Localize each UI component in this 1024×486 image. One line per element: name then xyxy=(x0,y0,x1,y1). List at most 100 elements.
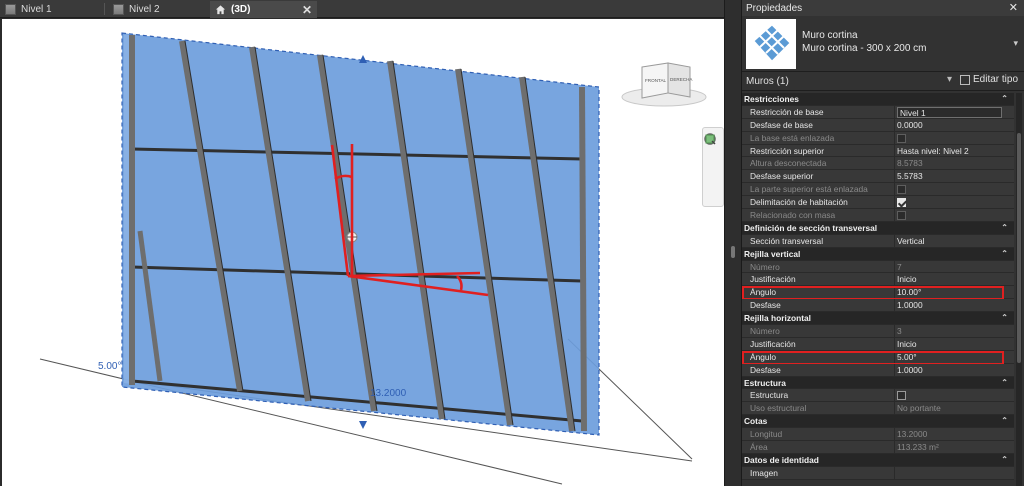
collapse-icon[interactable]: ⌃ xyxy=(1001,415,1008,428)
property-row[interactable]: Justificación Inicio xyxy=(742,273,1014,287)
property-label: Relacionado con masa xyxy=(750,210,836,221)
section-title: Datos de identidad xyxy=(744,454,819,465)
property-value[interactable]: 0.0000 xyxy=(897,119,1002,132)
property-checkbox[interactable] xyxy=(897,391,906,401)
property-value[interactable]: Inicio xyxy=(897,273,1002,286)
section-title: Rejilla vertical xyxy=(744,248,801,259)
angle-dimension[interactable]: 5.00° xyxy=(98,361,121,372)
property-label: Número xyxy=(750,326,780,337)
property-row[interactable]: Estructura xyxy=(742,389,1014,403)
property-row[interactable]: Longitud 13.2000 xyxy=(742,428,1014,442)
property-value: No portante xyxy=(897,403,941,414)
property-checkbox xyxy=(897,211,906,221)
type-selector[interactable]: Muro cortina Muro cortina - 300 x 200 cm… xyxy=(742,16,1024,72)
property-row[interactable]: Desfase de base 0.0000 xyxy=(742,118,1014,132)
property-row[interactable]: Restricción de base Nivel 1 xyxy=(742,105,1014,119)
edit-type-icon xyxy=(960,74,970,85)
collapse-icon[interactable]: ⌃ xyxy=(1001,93,1008,106)
column-divider xyxy=(894,118,895,131)
curtain-wall-model[interactable]: 5.00° 13.2000 FRONTAL DERECHA xyxy=(2,19,724,486)
property-label: Longitud xyxy=(750,429,783,440)
property-row[interactable]: Ángulo 10.00° xyxy=(742,286,1014,301)
collapse-icon[interactable]: ⌃ xyxy=(1001,377,1008,390)
property-label: Justificación xyxy=(750,274,796,285)
property-row[interactable]: Altura desconectada 8.5783 xyxy=(742,157,1014,171)
chevron-down-icon[interactable]: ▾ xyxy=(1013,38,1018,49)
column-divider xyxy=(894,209,895,221)
property-row[interactable]: Imagen xyxy=(742,466,1014,480)
property-label: Restricción de base xyxy=(750,106,824,117)
column-divider xyxy=(894,325,895,337)
property-row[interactable]: Justificación Inicio xyxy=(742,337,1014,351)
column-divider xyxy=(894,466,895,479)
viewcube-front-label: FRONTAL xyxy=(645,78,667,83)
properties-scrollbar[interactable] xyxy=(1016,93,1022,486)
type-preview-thumbnail xyxy=(746,19,796,69)
zoom-icon[interactable] xyxy=(703,132,717,146)
section-header[interactable]: Rejilla vertical ⌃ xyxy=(742,247,1014,261)
tab-3d[interactable]: (3D) ✕ xyxy=(210,1,317,18)
property-value[interactable]: Vertical xyxy=(897,235,1002,248)
column-divider xyxy=(894,441,895,453)
property-value: 7 xyxy=(897,261,902,272)
section-header[interactable]: Cotas ⌃ xyxy=(742,415,1014,429)
splitter-handle[interactable] xyxy=(731,246,735,258)
section-header[interactable]: Definición de sección transversal ⌃ xyxy=(742,221,1014,235)
property-value[interactable]: 1.0000 xyxy=(897,364,1002,377)
length-dimension[interactable]: 13.2000 xyxy=(370,388,407,399)
shape-handle-top[interactable] xyxy=(359,55,367,63)
property-row[interactable]: La base está enlazada xyxy=(742,131,1014,145)
close-panel-icon[interactable]: ✕ xyxy=(1009,1,1018,14)
section-header[interactable]: Restricciones ⌃ xyxy=(742,93,1014,106)
property-row[interactable]: Número 7 xyxy=(742,260,1014,274)
column-divider xyxy=(894,260,895,273)
collapse-icon[interactable]: ⌃ xyxy=(1001,248,1008,261)
section-header[interactable]: Rejilla horizontal ⌃ xyxy=(742,312,1014,326)
section-header[interactable]: Estructura ⌃ xyxy=(742,376,1014,390)
section-header[interactable]: Datos de identidad ⌃ xyxy=(742,453,1014,467)
3d-viewport[interactable]: 5.00° 13.2000 FRONTAL DERECHA ▾ xyxy=(2,19,724,486)
property-row[interactable]: Desfase superior 5.5783 xyxy=(742,170,1014,184)
property-row[interactable]: Sección transversal Vertical xyxy=(742,234,1014,248)
column-divider xyxy=(894,286,895,299)
property-value[interactable]: Inicio xyxy=(897,338,1002,351)
collapse-icon[interactable]: ⌃ xyxy=(1001,454,1008,467)
instance-filter[interactable]: Muros (1) ▾ Editar tipo xyxy=(742,72,1024,91)
property-value[interactable]: Nivel 1 xyxy=(897,106,1002,118)
shape-handle-bottom[interactable] xyxy=(359,421,367,429)
column-divider xyxy=(894,402,895,415)
viewcube[interactable]: FRONTAL DERECHA xyxy=(621,62,707,107)
scrollbar-thumb[interactable] xyxy=(1017,133,1021,363)
panel-splitter[interactable] xyxy=(724,0,741,486)
property-row[interactable]: Desfase 1.0000 xyxy=(742,299,1014,313)
property-label: Desfase superior xyxy=(750,171,814,182)
tab-nivel-1[interactable]: Nivel 1 xyxy=(0,1,104,18)
curtain-wall-type-icon xyxy=(753,24,791,62)
property-row[interactable]: Área 113.233 m² xyxy=(742,441,1014,454)
property-row[interactable]: Restricción superior Hasta nivel: Nivel 2 xyxy=(742,144,1014,158)
tab-nivel-2[interactable]: Nivel 2 xyxy=(108,1,208,18)
property-row[interactable]: Uso estructural No portante xyxy=(742,402,1014,416)
section-title: Definición de sección transversal xyxy=(744,222,878,233)
property-value[interactable]: 10.00° xyxy=(897,286,1002,299)
property-row[interactable]: Número 3 xyxy=(742,325,1014,338)
property-row[interactable]: La parte superior está enlazada xyxy=(742,183,1014,197)
property-value[interactable]: 5.00° xyxy=(897,351,1002,364)
property-value[interactable]: Hasta nivel: Nivel 2 xyxy=(897,145,1002,158)
property-row[interactable]: Delimitación de habitación xyxy=(742,196,1014,210)
chevron-down-icon[interactable]: ▾ xyxy=(947,74,952,85)
collapse-icon[interactable]: ⌃ xyxy=(1001,222,1008,235)
property-row[interactable]: Ángulo 5.00° xyxy=(742,350,1014,365)
close-tab-icon[interactable]: ✕ xyxy=(302,3,312,17)
property-label: Desfase de base xyxy=(750,119,813,130)
property-label: Estructura xyxy=(750,390,789,401)
property-checkbox[interactable] xyxy=(897,198,906,208)
collapse-icon[interactable]: ⌃ xyxy=(1001,312,1008,325)
property-row[interactable]: Desfase 1.0000 xyxy=(742,363,1014,377)
edit-type-button[interactable]: Editar tipo xyxy=(960,74,1018,85)
column-divider xyxy=(894,363,895,376)
column-divider xyxy=(894,389,895,402)
property-row[interactable]: Relacionado con masa xyxy=(742,209,1014,222)
property-value[interactable]: 5.5783 xyxy=(897,170,1002,183)
property-value[interactable]: 1.0000 xyxy=(897,299,1002,312)
